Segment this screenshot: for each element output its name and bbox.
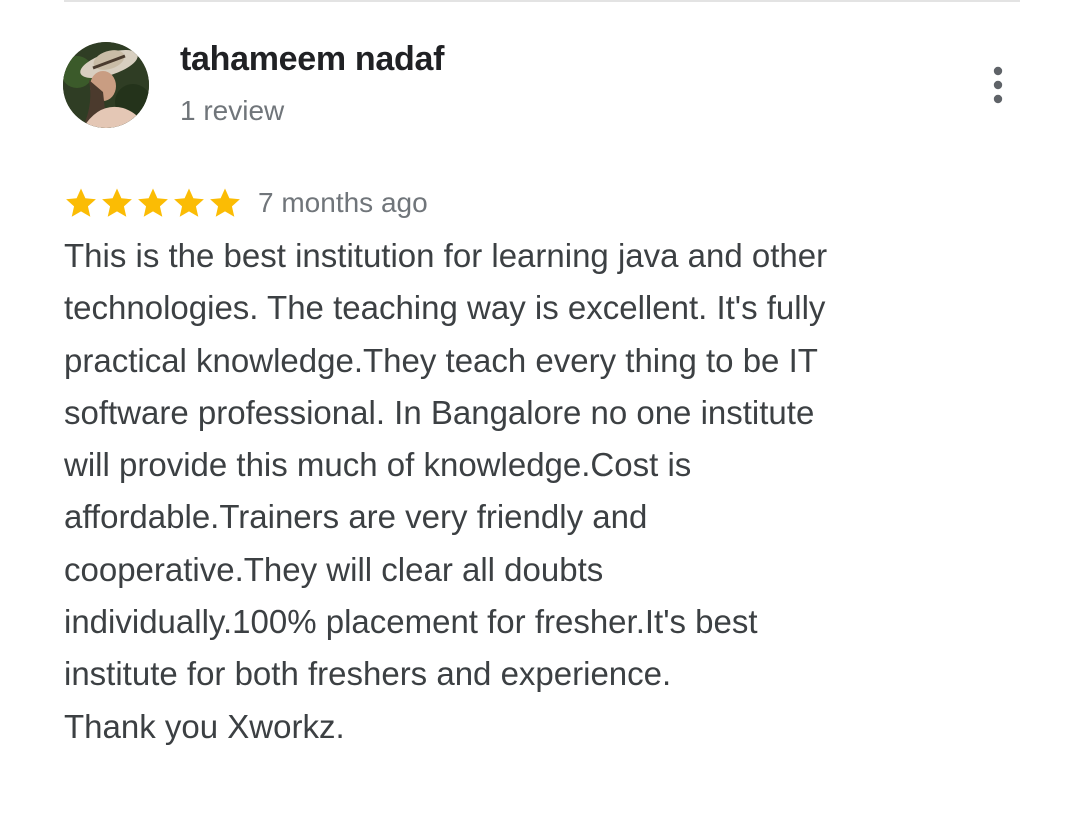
reviewer-avatar[interactable] xyxy=(63,42,149,128)
star-icon xyxy=(174,188,204,217)
star-icon xyxy=(138,188,168,217)
review-text: This is the best institution for learnin… xyxy=(64,237,828,745)
more-vert-icon xyxy=(993,66,1003,104)
star-icon xyxy=(210,188,240,217)
reviewer-review-count: 1 review xyxy=(180,95,285,126)
rating-row: 7 months ago xyxy=(64,180,428,226)
star-rating xyxy=(64,186,242,220)
more-options-button[interactable] xyxy=(978,60,1018,110)
star-icon xyxy=(66,188,96,217)
star-icon xyxy=(102,188,132,217)
review-date: 7 months ago xyxy=(258,187,428,218)
review-card: tahameem nadaf 1 review 7 months ago Thi… xyxy=(0,0,1080,830)
reviewer-name[interactable]: tahameem nadaf xyxy=(180,40,444,79)
avatar-photo xyxy=(63,42,149,128)
